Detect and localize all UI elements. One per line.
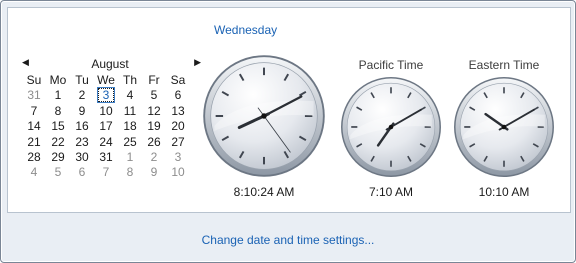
calendar-day[interactable]: 15 (46, 119, 70, 134)
calendar-day[interactable]: 7 (22, 104, 46, 119)
calendar-day[interactable]: 28 (22, 150, 46, 165)
calendar-day[interactable]: 8 (46, 104, 70, 119)
calendar-day[interactable]: 5 (142, 88, 166, 103)
calendar-month-label[interactable]: August (22, 57, 198, 71)
calendar-day[interactable]: 10 (94, 104, 118, 119)
calendar-day[interactable]: 20 (166, 119, 190, 134)
calendar-day-label: 3 (96, 87, 116, 104)
calendar-day-today[interactable]: 3 (94, 87, 118, 104)
calendar-day[interactable]: 11 (118, 104, 142, 119)
calendar-day[interactable]: 12 (142, 104, 166, 119)
clock-center-pin (388, 124, 394, 130)
calendar-day[interactable]: 4 (22, 165, 46, 180)
pacific-analog-clock (340, 76, 442, 178)
eastern-time-caption: 10:10 AM (478, 185, 530, 199)
day-of-week-link[interactable]: Wednesday (8, 23, 570, 37)
calendar-day[interactable]: 4 (118, 88, 142, 103)
clock-center-pin (501, 124, 507, 130)
weekday-header: Sa (170, 73, 186, 87)
footer: Change date and time settings... (1, 217, 575, 262)
calendar-day[interactable]: 16 (70, 119, 94, 134)
clock-face (203, 55, 325, 177)
calendar-day[interactable]: 13 (166, 104, 190, 119)
pacific-clock-label: Pacific Time (358, 58, 424, 72)
calendar-day[interactable]: 8 (118, 165, 142, 180)
calendar-day[interactable]: 26 (142, 135, 166, 150)
calendar-day[interactable]: 9 (142, 165, 166, 180)
calendar: ◀ August ▶ Su Mo Tu We Th Fr Sa 31 1 2 3 4 5 6 7 8 9 10 11… (22, 56, 201, 181)
calendar-day[interactable]: 7 (94, 165, 118, 180)
weekday-header: Tu (75, 73, 89, 87)
calendar-header: ◀ August ▶ (22, 56, 201, 74)
calendar-day[interactable]: 31 (22, 88, 46, 103)
date-time-flyout: Wednesday ◀ August ▶ Su Mo Tu We Th Fr Sa 31 1 2 3… (0, 0, 576, 263)
calendar-day[interactable]: 23 (70, 135, 94, 150)
calendar-day[interactable]: 2 (142, 150, 166, 165)
clock-face (341, 77, 441, 177)
calendar-day[interactable]: 10 (166, 165, 190, 180)
calendar-day[interactable]: 25 (118, 135, 142, 150)
weekday-header: Fr (148, 73, 160, 87)
pacific-time-caption: 7:10 AM (368, 185, 414, 199)
calendar-day[interactable]: 9 (70, 104, 94, 119)
weekday-header: Mo (49, 73, 67, 87)
weekday-header: Su (26, 73, 42, 87)
eastern-clock-label: Eastern Time (468, 58, 540, 72)
calendar-day[interactable]: 30 (70, 150, 94, 165)
calendar-day[interactable]: 17 (94, 119, 118, 134)
eastern-analog-clock (453, 76, 555, 178)
calendar-day[interactable]: 31 (94, 150, 118, 165)
change-date-time-settings-link[interactable]: Change date and time settings... (202, 233, 375, 247)
clock-face (454, 77, 554, 177)
weekday-header: Th (122, 73, 137, 87)
calendar-day[interactable]: 2 (70, 88, 94, 103)
calendar-day[interactable]: 22 (46, 135, 70, 150)
local-time-caption: 8:10:24 AM (233, 185, 295, 199)
calendar-day[interactable]: 14 (22, 119, 46, 134)
calendar-day[interactable]: 6 (70, 165, 94, 180)
calendar-day[interactable]: 24 (94, 135, 118, 150)
calendar-day[interactable]: 29 (46, 150, 70, 165)
calendar-day[interactable]: 6 (166, 88, 190, 103)
calendar-clock-panel: Wednesday ◀ August ▶ Su Mo Tu We Th Fr Sa 31 1 2 3… (7, 7, 571, 213)
calendar-grid: Su Mo Tu We Th Fr Sa 31 1 2 3 4 5 6 7 8 9 10 11 12 13 14 15 16 1… (22, 73, 198, 181)
calendar-day[interactable]: 1 (118, 150, 142, 165)
local-analog-clock (202, 54, 326, 178)
calendar-day[interactable]: 5 (46, 165, 70, 180)
calendar-day[interactable]: 1 (46, 88, 70, 103)
calendar-day[interactable]: 18 (118, 119, 142, 134)
triangle-right-icon[interactable]: ▶ (194, 57, 201, 68)
weekday-header: We (97, 73, 115, 87)
calendar-day[interactable]: 19 (142, 119, 166, 134)
clock-center-pin (261, 113, 267, 119)
calendar-day[interactable]: 3 (166, 150, 190, 165)
calendar-day[interactable]: 21 (22, 135, 46, 150)
calendar-day[interactable]: 27 (166, 135, 190, 150)
